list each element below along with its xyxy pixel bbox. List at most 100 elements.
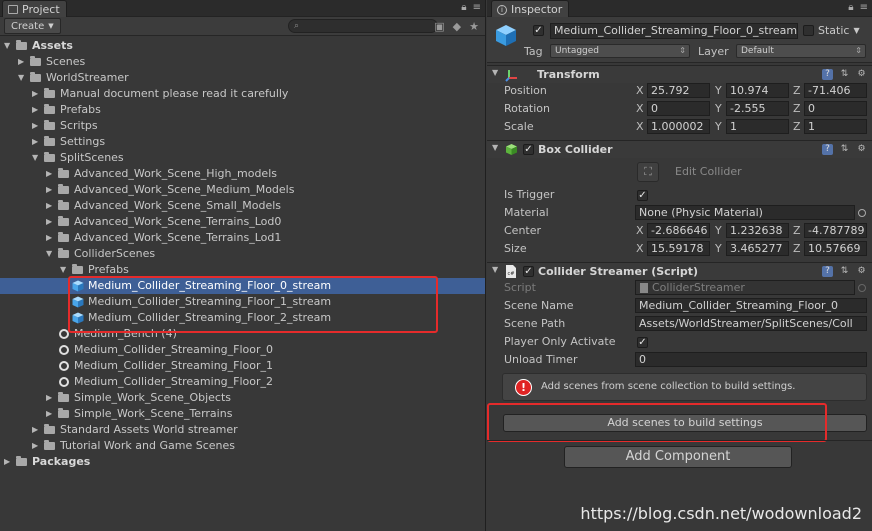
tree-scene-item[interactable]: Medium_Collider_Streaming_Floor_0	[0, 342, 485, 358]
static-toggle[interactable]: Static ▼	[803, 24, 860, 37]
expanded-arrow-icon[interactable]: ▼	[32, 150, 42, 166]
rotation-y-field[interactable]: -2.555	[726, 101, 789, 116]
tree-folder-item[interactable]: ▶ Settings	[0, 134, 485, 150]
position-y-field[interactable]: 10.974	[726, 83, 789, 98]
rotation-y-label[interactable]: Y	[715, 101, 722, 117]
tree-folder-item[interactable]: ▶ Packages	[0, 454, 485, 470]
panel-menu-icon[interactable]: ≡	[473, 2, 481, 13]
box-collider-header[interactable]: ▼ ✓ Box Collider ? ⇅ ⚙	[487, 140, 872, 158]
tree-folder-item[interactable]: ▼ Assets	[0, 38, 485, 54]
scale-z-field[interactable]: 1	[804, 119, 867, 134]
help-book-icon[interactable]: ?	[822, 69, 833, 80]
size-y-field[interactable]: 3.465277	[726, 241, 789, 256]
tree-folder-item[interactable]: ▶ Manual document please read it carefull…	[0, 86, 485, 102]
tree-folder-item[interactable]: ▼ ColliderScenes	[0, 246, 485, 262]
size-x-field[interactable]: 15.59178	[647, 241, 710, 256]
static-dropdown-arrow-icon[interactable]: ▼	[853, 26, 859, 35]
tree-folder-item[interactable]: ▶ Advanced_Work_Scene_Terrains_Lod0	[0, 214, 485, 230]
size-z-field[interactable]: 10.57669	[804, 241, 867, 256]
favorite-star-icon[interactable]: ★	[469, 20, 479, 33]
collapsed-arrow-icon[interactable]: ▶	[18, 54, 28, 70]
size-z-label[interactable]: Z	[793, 241, 801, 257]
tag-select[interactable]: Untagged ⇕	[550, 44, 690, 58]
scale-x-field[interactable]: 1.000002	[647, 119, 710, 134]
collapsed-arrow-icon[interactable]: ▶	[46, 182, 56, 198]
collapsed-arrow-icon[interactable]: ▶	[46, 214, 56, 230]
edit-collider-button[interactable]: ⛶	[637, 162, 659, 182]
center-x-field[interactable]: -2.686646	[647, 223, 710, 238]
scale-y-field[interactable]: 1	[726, 119, 789, 134]
collapsed-arrow-icon[interactable]: ▶	[32, 118, 42, 134]
size-x-label[interactable]: X	[636, 241, 644, 257]
layer-select[interactable]: Default ⇕	[736, 44, 866, 58]
tree-folder-item[interactable]: ▶ Scenes	[0, 54, 485, 70]
create-button[interactable]: Create ▼	[4, 18, 61, 34]
scene-name-field[interactable]: Medium_Collider_Streaming_Floor_0	[635, 298, 867, 313]
size-y-label[interactable]: Y	[715, 241, 722, 257]
tree-scene-item[interactable]: Medium_Collider_Streaming_Floor_1	[0, 358, 485, 374]
preset-sliders-icon[interactable]: ⇅	[839, 266, 850, 277]
add-component-button[interactable]: Add Component	[564, 446, 792, 468]
panel-menu-icon[interactable]: ≡	[860, 2, 868, 13]
object-name-field[interactable]: Medium_Collider_Streaming_Floor_0_stream	[550, 23, 798, 39]
expanded-arrow-icon[interactable]: ▼	[4, 38, 14, 54]
collider-streamer-header[interactable]: ▼ c# ✓ Collider Streamer (Script) ? ⇅ ⚙	[487, 262, 872, 280]
tree-folder-item[interactable]: ▶ Advanced_Work_Scene_Small_Models	[0, 198, 485, 214]
lock-icon[interactable]: 🔒︎	[848, 2, 853, 13]
center-x-label[interactable]: X	[636, 223, 644, 239]
expand-arrow-icon[interactable]: ▼	[492, 265, 502, 274]
scale-z-label[interactable]: Z	[793, 119, 801, 135]
tree-folder-item[interactable]: ▶ Standard Assets World streamer	[0, 422, 485, 438]
active-checkbox[interactable]: ✓	[533, 25, 544, 36]
tree-folder-item[interactable]: ▼ WorldStreamer	[0, 70, 485, 86]
tree-folder-item[interactable]: ▶ Tutorial Work and Game Scenes	[0, 438, 485, 454]
preset-sliders-icon[interactable]: ⇅	[839, 69, 850, 80]
collapsed-arrow-icon[interactable]: ▶	[46, 230, 56, 246]
tree-folder-item[interactable]: ▶ Simple_Work_Scene_Terrains	[0, 406, 485, 422]
filter-by-type-icon[interactable]: ▣	[434, 20, 444, 33]
tree-scene-item[interactable]: Medium_Collider_Streaming_Floor_2	[0, 374, 485, 390]
tab-inspector[interactable]: i Inspector	[491, 0, 570, 17]
static-checkbox[interactable]	[803, 25, 814, 36]
position-z-label[interactable]: Z	[793, 83, 801, 99]
center-z-field[interactable]: -4.787789	[804, 223, 867, 238]
gear-icon[interactable]: ⚙	[856, 144, 867, 155]
collapsed-arrow-icon[interactable]: ▶	[46, 406, 56, 422]
gear-icon[interactable]: ⚙	[856, 266, 867, 277]
tree-folder-item[interactable]: ▶ Prefabs	[0, 102, 485, 118]
position-z-field[interactable]: -71.406	[804, 83, 867, 98]
center-z-label[interactable]: Z	[793, 223, 801, 239]
collapsed-arrow-icon[interactable]: ▶	[46, 198, 56, 214]
expanded-arrow-icon[interactable]: ▼	[18, 70, 28, 86]
transform-header[interactable]: ▼ Transform ? ⇅ ⚙	[487, 65, 872, 83]
rotation-z-label[interactable]: Z	[793, 101, 801, 117]
expand-arrow-icon[interactable]: ▼	[492, 68, 502, 77]
box-collider-enabled-checkbox[interactable]: ✓	[523, 144, 534, 155]
is-trigger-checkbox[interactable]: ✓	[637, 190, 648, 201]
rotation-z-field[interactable]: 0	[804, 101, 867, 116]
collapsed-arrow-icon[interactable]: ▶	[46, 166, 56, 182]
tree-folder-item[interactable]: ▶ Advanced_Work_Scene_Medium_Models	[0, 182, 485, 198]
rotation-x-label[interactable]: X	[636, 101, 644, 117]
collapsed-arrow-icon[interactable]: ▶	[32, 86, 42, 102]
tree-folder-item[interactable]: ▼ SplitScenes	[0, 150, 485, 166]
collapsed-arrow-icon[interactable]: ▶	[32, 102, 42, 118]
expanded-arrow-icon[interactable]: ▼	[46, 246, 56, 262]
collapsed-arrow-icon[interactable]: ▶	[46, 390, 56, 406]
tree-folder-item[interactable]: ▶ Advanced_Work_Scene_Terrains_Lod1	[0, 230, 485, 246]
material-field[interactable]: None (Physic Material)	[635, 205, 855, 220]
collider-streamer-enabled-checkbox[interactable]: ✓	[523, 266, 534, 277]
center-y-label[interactable]: Y	[715, 223, 722, 239]
preset-sliders-icon[interactable]: ⇅	[839, 144, 850, 155]
tab-project[interactable]: Project	[2, 0, 67, 17]
collapsed-arrow-icon[interactable]: ▶	[4, 454, 14, 470]
position-y-label[interactable]: Y	[715, 83, 722, 99]
collapsed-arrow-icon[interactable]: ▶	[32, 438, 42, 454]
tree-folder-item[interactable]: ▶ Simple_Work_Scene_Objects	[0, 390, 485, 406]
scene-path-field[interactable]: Assets/WorldStreamer/SplitScenes/Coll	[635, 316, 867, 331]
gear-icon[interactable]: ⚙	[856, 69, 867, 80]
tree-folder-item[interactable]: ▶ Advanced_Work_Scene_High_models	[0, 166, 485, 182]
help-book-icon[interactable]: ?	[822, 266, 833, 277]
search-input[interactable]: ⌕	[288, 19, 438, 33]
position-x-field[interactable]: 25.792	[647, 83, 710, 98]
